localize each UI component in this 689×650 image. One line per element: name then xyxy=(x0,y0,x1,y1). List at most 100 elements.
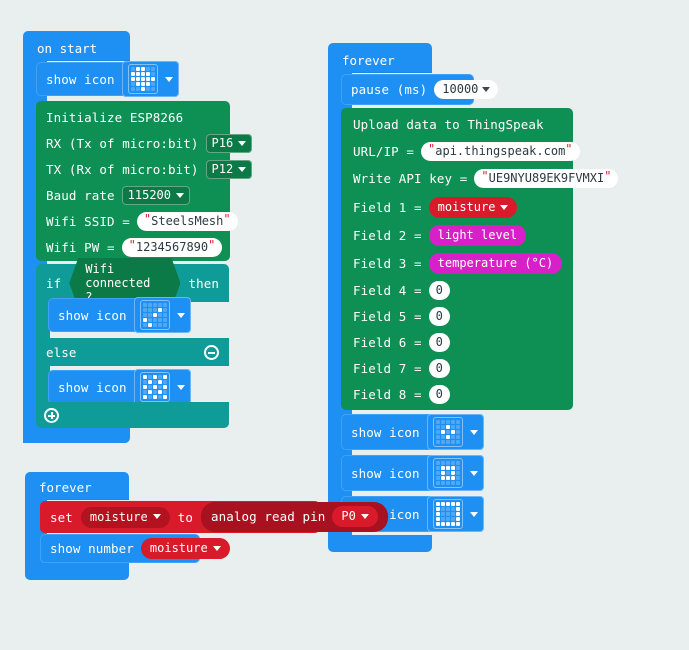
show-icon-block-heart[interactable]: show icon xyxy=(36,61,179,97)
esp-pw-label: Wifi PW = xyxy=(46,240,115,255)
set-label: set xyxy=(50,509,73,525)
thingspeak-field-number[interactable]: 0 xyxy=(428,333,450,352)
thingspeak-field-label: Field 3 = xyxy=(353,256,422,271)
show-icon-block-diamond[interactable]: show icon xyxy=(341,414,484,450)
show-number-label: show number xyxy=(50,541,134,556)
on-start-block[interactable]: on start xyxy=(23,31,130,61)
else-bar[interactable]: else xyxy=(36,338,229,366)
show-number-block[interactable]: show number moisture xyxy=(40,534,230,563)
show-icon-block-then[interactable]: show icon xyxy=(48,297,191,333)
chevron-down-icon[interactable] xyxy=(469,429,478,435)
set-variable-name: moisture xyxy=(89,509,148,524)
esp-ssid-input[interactable]: " SteelsMesh " xyxy=(136,212,238,231)
show-icon-block-else[interactable]: show icon xyxy=(48,369,191,405)
upload-thingspeak-block[interactable]: Upload data to ThingSpeak URL/IP = " api… xyxy=(341,108,619,410)
thingspeak-field-label: Field 4 = xyxy=(353,283,422,298)
chevron-down-icon[interactable] xyxy=(152,514,161,519)
forever-right-foot xyxy=(328,535,432,552)
esp-rx-label: RX (Tx of micro:bit) xyxy=(46,136,199,151)
thingspeak-field-label: Field 1 = xyxy=(353,200,422,215)
chevron-down-icon[interactable] xyxy=(176,384,185,390)
chevron-down-icon[interactable] xyxy=(238,166,247,172)
if-then-else-block[interactable]: if Wifi connected ? then xyxy=(36,264,229,302)
thingspeak-apikey-value: UE9NYU89EK9FVMXI xyxy=(488,171,605,185)
esp-rx-dropdown[interactable]: P16 xyxy=(205,134,253,153)
analog-read-pin-block[interactable]: analog read pin P0 xyxy=(200,502,388,532)
chevron-down-icon[interactable] xyxy=(176,312,185,318)
thingspeak-field-label: Field 8 = xyxy=(353,387,422,402)
forever-block-bottom[interactable]: forever xyxy=(25,472,129,500)
esp-baud-dropdown[interactable]: 115200 xyxy=(121,186,190,205)
heart-icon xyxy=(127,64,158,94)
show-icon-label: show icon xyxy=(58,379,127,395)
quote-open: " xyxy=(143,212,152,226)
esp-ssid-value: SteelsMesh xyxy=(151,214,224,228)
esp-pw-value: 1234567890 xyxy=(135,240,209,254)
chevron-down-icon[interactable] xyxy=(176,192,184,198)
show-icon-label: show icon xyxy=(46,71,115,87)
chevron-down-icon[interactable] xyxy=(500,204,509,210)
esp-baud-label: Baud rate xyxy=(46,188,115,203)
thingspeak-field-number[interactable]: 0 xyxy=(428,307,450,326)
thingspeak-url-label: URL/IP = xyxy=(353,144,415,159)
thingspeak-field-row: Field 5 = 0 xyxy=(353,307,561,326)
plus-circle-icon[interactable] xyxy=(44,407,59,423)
small-diamond-icon-dropdown[interactable] xyxy=(133,297,191,333)
analog-read-label: analog read pin xyxy=(210,509,326,524)
esp-title: Initialize ESP8266 xyxy=(46,110,184,125)
thingspeak-apikey-input[interactable]: " UE9NYU89EK9FVMXI " xyxy=(474,169,619,188)
block-workspace-canvas[interactable]: on start show icon Initialize ESP8266 RX… xyxy=(0,0,689,650)
chevron-down-icon[interactable] xyxy=(238,140,247,146)
show-number-variable: moisture xyxy=(149,541,208,555)
small-square-icon-dropdown[interactable] xyxy=(426,455,484,491)
show-icon-label: show icon xyxy=(351,465,420,481)
pause-block[interactable]: pause (ms) 10000 xyxy=(341,74,499,105)
esp-tx-value: P12 xyxy=(211,162,234,176)
esp-tx-dropdown[interactable]: P12 xyxy=(205,160,253,179)
thingspeak-field-sensor[interactable]: temperature (°C) xyxy=(428,253,563,274)
thingspeak-field-number[interactable]: 0 xyxy=(428,281,450,300)
show-icon-label: show icon xyxy=(351,424,420,440)
if-else-footer[interactable] xyxy=(36,402,229,428)
thingspeak-field-variable[interactable]: moisture xyxy=(428,197,518,218)
show-icon-block-small-square[interactable]: show icon xyxy=(341,455,484,491)
x-cross-icon-dropdown[interactable] xyxy=(133,369,191,405)
thingspeak-field-row: Field 4 = 0 xyxy=(353,281,561,300)
chevron-down-icon[interactable] xyxy=(164,76,173,82)
large-square-icon-dropdown[interactable] xyxy=(426,496,484,532)
show-number-variable-dropdown[interactable]: moisture xyxy=(140,538,230,559)
pause-label: pause (ms) xyxy=(351,82,428,97)
analog-pin-dropdown[interactable]: P0 xyxy=(332,506,378,527)
thingspeak-field-number[interactable]: 0 xyxy=(428,359,450,378)
pause-value: 10000 xyxy=(442,82,479,96)
chevron-down-icon[interactable] xyxy=(469,470,478,476)
thingspeak-field-label: Field 5 = xyxy=(353,309,422,324)
thingspeak-url-row: URL/IP = " api.thingspeak.com " xyxy=(353,142,580,161)
quote-close: " xyxy=(604,169,612,183)
small-square-icon xyxy=(432,458,463,488)
thingspeak-field-label: Field 6 = xyxy=(353,335,422,350)
diamond-icon-dropdown[interactable] xyxy=(426,414,484,450)
diamond-icon xyxy=(432,417,463,447)
thingspeak-field-number[interactable]: 0 xyxy=(428,385,450,404)
chevron-down-icon[interactable] xyxy=(212,545,221,551)
chevron-down-icon[interactable] xyxy=(469,511,478,517)
thingspeak-url-input[interactable]: " api.thingspeak.com " xyxy=(421,142,580,161)
if-label: if xyxy=(46,275,62,291)
initialize-esp8266-block[interactable]: Initialize ESP8266 RX (Tx of micro:bit) … xyxy=(36,101,253,261)
minus-circle-icon[interactable] xyxy=(204,344,219,360)
chevron-down-icon[interactable] xyxy=(360,513,369,519)
esp-baud-row: Baud rate 115200 xyxy=(46,186,220,205)
heart-icon-dropdown[interactable] xyxy=(121,61,179,97)
thingspeak-apikey-label: Write API key = xyxy=(353,171,468,186)
set-variable-block[interactable]: set moisture to analog read pin P0 xyxy=(40,501,388,533)
thingspeak-field-sensor[interactable]: light level xyxy=(428,225,527,246)
chevron-down-icon[interactable] xyxy=(482,86,491,92)
esp-tx-row: TX (Rx of micro:bit) P12 xyxy=(46,160,253,179)
set-variable-dropdown[interactable]: moisture xyxy=(80,506,170,528)
forever-block-right[interactable]: forever xyxy=(328,43,432,73)
thingspeak-apikey-row: Write API key = " UE9NYU89EK9FVMXI " xyxy=(353,169,619,188)
thingspeak-field-value: moisture xyxy=(437,200,496,214)
pause-value-dropdown[interactable]: 10000 xyxy=(434,80,499,99)
esp-pw-input[interactable]: " 1234567890 " xyxy=(121,238,223,257)
